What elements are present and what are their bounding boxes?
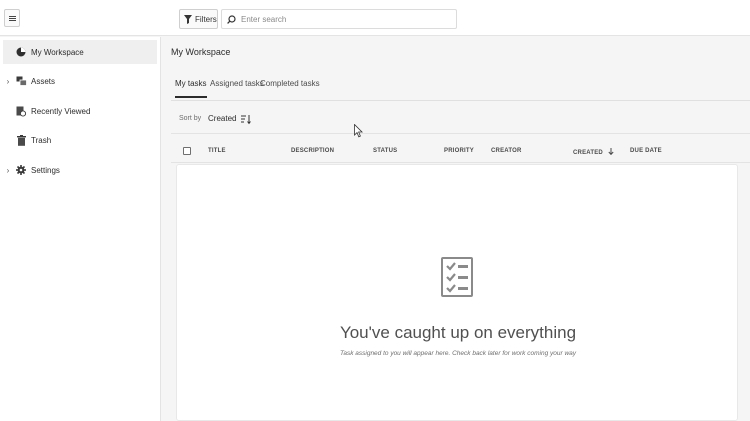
sidebar-item-label: Recently Viewed — [31, 106, 91, 116]
search-input[interactable] — [241, 14, 441, 24]
sort-by-dropdown[interactable]: Created — [208, 114, 236, 123]
search-icon — [227, 14, 236, 24]
sidebar-item-label: Trash — [31, 135, 52, 145]
empty-state-subtitle: Task assigned to you will appear here. C… — [339, 350, 577, 357]
top-bar: Filters — [0, 0, 750, 36]
sidebar-item-label: My Workspace — [31, 47, 84, 57]
empty-state-title: You've caught up on everything — [339, 323, 577, 342]
mouse-cursor-icon — [354, 124, 363, 138]
tab-assigned-tasks[interactable]: Assigned tasks — [210, 79, 264, 96]
column-header-created[interactable]: CREATED — [573, 148, 614, 156]
chevron-right-icon[interactable]: › — [3, 166, 13, 175]
page-title: My Workspace — [171, 47, 231, 57]
assets-icon — [15, 75, 27, 87]
sidebar-item-label: Settings — [31, 165, 60, 175]
column-header-creator[interactable]: CREATOR — [491, 148, 522, 154]
empty-state-card: You've caught up on everything Task assi… — [176, 164, 738, 421]
sidebar-item-trash[interactable]: Trash — [3, 128, 157, 152]
select-all-checkbox[interactable] — [183, 147, 191, 155]
hamburger-menu-button[interactable] — [4, 9, 20, 27]
chevron-right-icon[interactable]: › — [3, 77, 13, 86]
sort-divider — [171, 133, 750, 134]
checklist-icon — [441, 257, 473, 297]
column-header-due-date[interactable]: DUE DATE — [630, 148, 662, 154]
recent-icon — [15, 105, 27, 117]
hamburger-icon — [8, 17, 16, 19]
sidebar-item-my-workspace[interactable]: My Workspace — [3, 40, 157, 64]
funnel-icon — [184, 14, 192, 24]
trash-icon — [15, 134, 27, 146]
sidebar-item-settings[interactable]: › Settings — [3, 158, 157, 182]
sidebar-item-recently-viewed[interactable]: Recently Viewed — [3, 99, 157, 123]
tabs-divider — [171, 100, 750, 101]
sidebar: My Workspace › Assets Recently Viewed Tr… — [0, 37, 161, 421]
tab-completed-tasks[interactable]: Completed tasks — [260, 79, 320, 96]
arrow-down-icon — [608, 148, 614, 156]
sort-by-label: Sort by — [179, 115, 202, 122]
filters-button-label: Filters — [195, 14, 217, 24]
main-content: My Workspace My tasks Assigned tasks Com… — [162, 37, 750, 421]
tab-my-tasks[interactable]: My tasks — [175, 79, 207, 98]
column-header-description[interactable]: DESCRIPTION — [291, 148, 334, 154]
column-header-priority[interactable]: PRIORITY — [444, 148, 474, 154]
table-header: TITLE DESCRIPTION STATUS PRIORITY CREATO… — [171, 141, 750, 163]
sort-direction-icon[interactable] — [240, 113, 252, 125]
column-header-title[interactable]: TITLE — [208, 148, 226, 154]
search-box[interactable] — [221, 9, 457, 29]
workspace-icon — [15, 46, 27, 58]
filters-button[interactable]: Filters — [179, 9, 218, 29]
sidebar-item-assets[interactable]: › Assets — [3, 69, 157, 93]
column-header-status[interactable]: STATUS — [373, 148, 397, 154]
column-header-created-label: CREATED — [573, 150, 603, 156]
sidebar-item-label: Assets — [31, 76, 56, 86]
gear-icon — [15, 164, 27, 176]
